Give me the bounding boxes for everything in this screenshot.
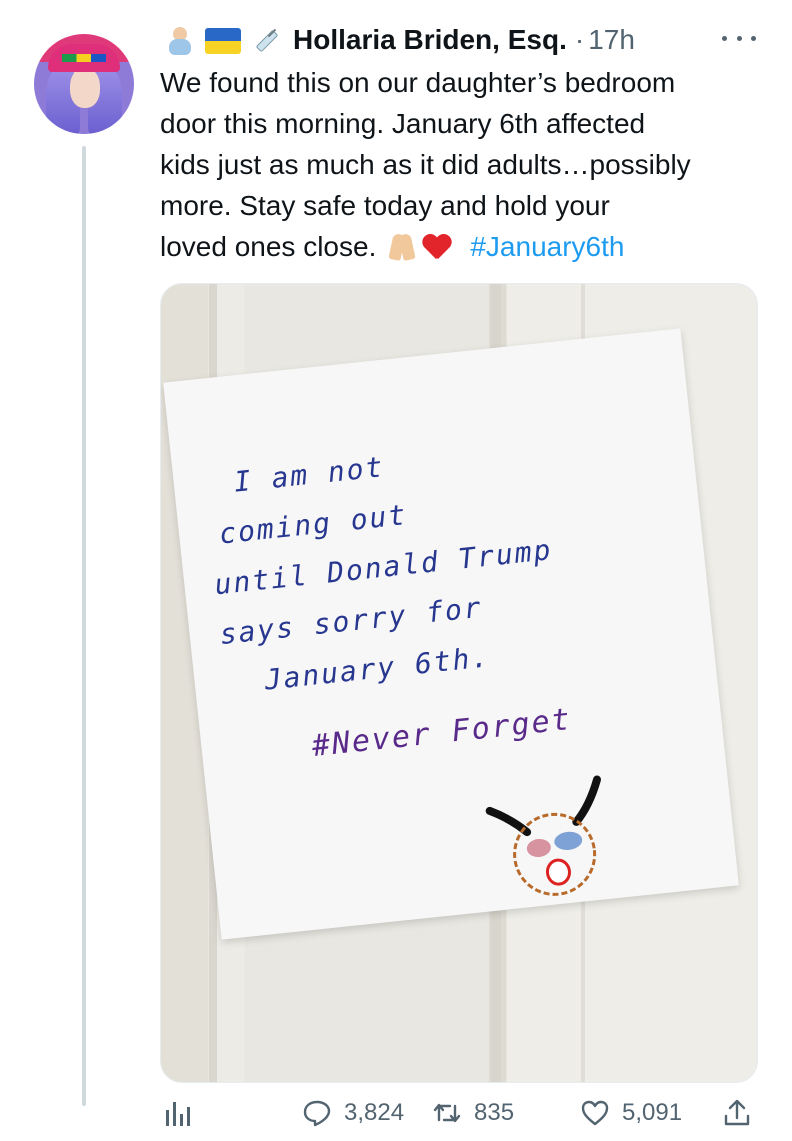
like-count: 5,091 [622,1099,683,1126]
note-line: says sorry for [218,590,485,652]
reply-button[interactable]: 3,824 [302,1093,404,1133]
tweet-text-line: kids just as much as it did adults…possi… [160,149,691,180]
syringe-icon [251,25,281,55]
note-hashtag: #Never Forget [310,701,574,765]
retweet-icon [433,1103,461,1123]
tweet-text-line: We found this on our daughter’s bedroom [160,67,676,98]
action-bar: 3,824 835 5,091 [160,1093,760,1133]
more-options-icon[interactable] [722,32,756,44]
note-line: coming out [217,498,409,551]
note-line: I am not [232,450,386,499]
face-doodle-icon [485,775,602,896]
baby-icon [165,25,195,55]
retweet-button[interactable]: 835 [432,1093,514,1133]
share-icon [724,1099,750,1126]
folded-hands-icon [386,230,418,262]
analytics-icon [166,1102,190,1126]
separator-dot: · [574,24,585,55]
tweet-text-last-line: loved ones close. #January6th [160,226,770,267]
ukraine-flag-icon [205,28,241,54]
thread-line [82,146,86,1106]
tweet: Hollaria Briden, Esq. · 17h We found thi… [0,0,792,1141]
hashtag-link[interactable]: #January6th [470,231,624,262]
handwritten-note: I am not coming out until Donald Trump s… [163,328,739,940]
share-button[interactable] [722,1093,752,1133]
avatar[interactable] [34,34,134,134]
tweet-text-line: more. Stay safe today and hold your [160,190,610,221]
analytics-button[interactable] [162,1093,192,1133]
avatar-hat-band [62,54,106,62]
retweet-count: 835 [474,1099,515,1126]
tweet-text-line: door this morning. January 6th affected [160,108,646,139]
display-name[interactable]: Hollaria Briden, Esq. [293,22,567,58]
heart-icon [581,1100,609,1126]
tweet-text-line: loved ones close. [160,231,377,262]
reply-count: 3,824 [344,1099,405,1126]
like-button[interactable]: 5,091 [580,1093,682,1133]
tweet-image[interactable]: I am not coming out until Donald Trump s… [160,283,758,1083]
avatar-face [70,68,100,108]
note-line: January 6th. [263,640,492,697]
red-heart-icon [422,233,452,261]
tweet-header: Hollaria Briden, Esq. · 17h [165,22,635,58]
reply-icon [303,1100,331,1127]
timestamp[interactable]: 17h [588,22,635,58]
tweet-text: We found this on our daughter’s bedroom … [160,62,770,267]
